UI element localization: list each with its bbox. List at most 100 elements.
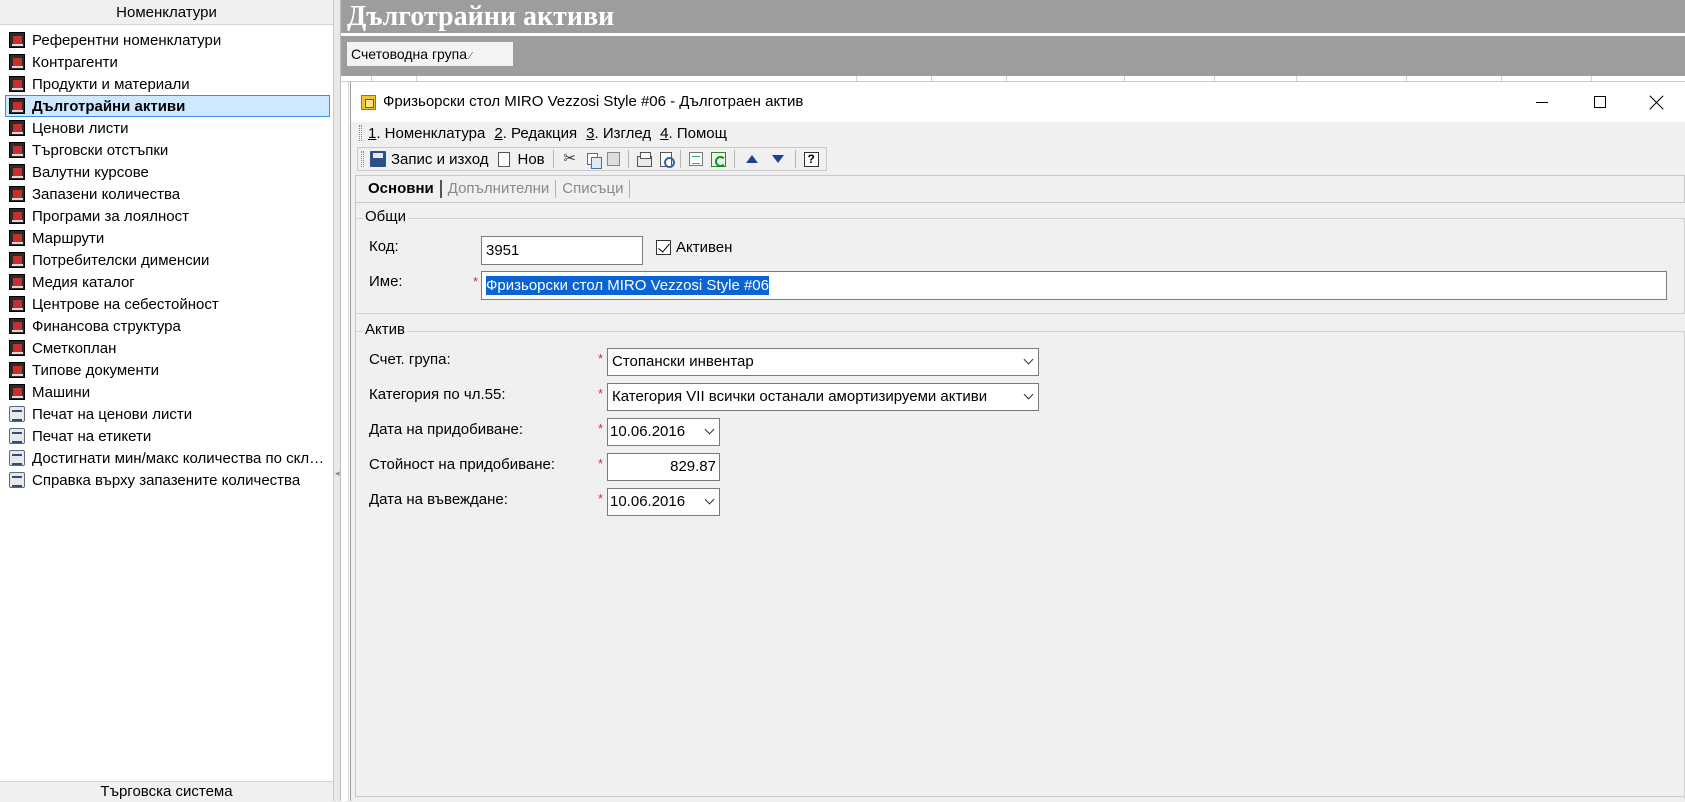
tab-additional[interactable]: Допълнителни bbox=[442, 180, 557, 198]
account-group-label: Счет. група: bbox=[369, 351, 451, 368]
save-and-exit-button[interactable]: Запис и изход bbox=[366, 148, 492, 170]
acquisition-date-picker[interactable]: 10.06.2016 bbox=[607, 418, 720, 446]
printer-icon bbox=[636, 151, 652, 167]
nav-item[interactable]: Финансова структура bbox=[5, 315, 330, 337]
nomenclature-icon bbox=[9, 142, 25, 158]
dialog-titlebar[interactable]: Фризьорски стол MIRO Vezzosi Style #06 -… bbox=[351, 82, 1685, 122]
toolbar-separator bbox=[552, 150, 554, 168]
navigation-pane: Номенклатури Референтни номенклатури Конт… bbox=[0, 0, 334, 801]
tab-lists[interactable]: Списъци bbox=[556, 180, 631, 198]
nav-item[interactable]: Справка върху запазените количества bbox=[5, 469, 330, 491]
asset-group-title: Актив bbox=[363, 321, 407, 338]
nav-item[interactable]: Търговски отстъпки bbox=[5, 139, 330, 161]
new-button[interactable]: Нов bbox=[492, 148, 548, 170]
nav-item[interactable]: Маршрути bbox=[5, 227, 330, 249]
toolbar-separator bbox=[627, 150, 629, 168]
splitter-arrow-icon: ◂ bbox=[335, 468, 340, 478]
nav-pane-header[interactable]: Номенклатури bbox=[0, 0, 333, 25]
report-icon bbox=[9, 472, 25, 488]
nav-item[interactable]: Контрагенти bbox=[5, 51, 330, 73]
refresh-button[interactable] bbox=[707, 148, 730, 170]
menu-nomenclature[interactable]: 1. Номенклатура bbox=[368, 125, 485, 142]
nomenclature-icon bbox=[9, 318, 25, 334]
report-icon bbox=[9, 428, 25, 444]
list-button[interactable] bbox=[685, 148, 707, 170]
nav-item[interactable]: Медия каталог bbox=[5, 271, 330, 293]
group-by-chip[interactable]: Счетоводна група ⁄ bbox=[347, 42, 513, 66]
copy-button[interactable] bbox=[582, 148, 603, 170]
nav-item[interactable]: Валутни курсове bbox=[5, 161, 330, 183]
nav-item-label: Дълготрайни активи bbox=[32, 97, 186, 115]
nomenclature-icon bbox=[9, 164, 25, 180]
nav-item-label: Машини bbox=[32, 383, 91, 401]
category-value: Категория VII всички останали амортизиру… bbox=[612, 388, 988, 405]
nav-item[interactable]: Центрове на себестойност bbox=[5, 293, 330, 315]
name-field[interactable]: Фризьорски стол MIRO Vezzosi Style #06 bbox=[481, 271, 1667, 300]
nav-item[interactable]: Печат на ценови листи bbox=[5, 403, 330, 425]
acquisition-value-field[interactable]: 829.87 bbox=[607, 453, 720, 481]
maximize-button[interactable] bbox=[1571, 82, 1629, 122]
help-button[interactable]: ? bbox=[800, 148, 823, 170]
account-group-select[interactable]: Стопански инвентар bbox=[607, 348, 1039, 376]
nav-item-label: Контрагенти bbox=[32, 53, 118, 71]
cut-button[interactable]: ✂ bbox=[558, 148, 582, 170]
menu-view[interactable]: 3. Изглед bbox=[586, 125, 651, 142]
nav-item[interactable]: Типове документи bbox=[5, 359, 330, 381]
group-by-label: Счетоводна група bbox=[351, 46, 468, 62]
minimize-button[interactable] bbox=[1513, 82, 1571, 122]
entry-date-required-marker: * bbox=[598, 491, 604, 506]
category-select[interactable]: Категория VII всички останали амортизиру… bbox=[607, 383, 1039, 411]
nav-item-label: Сметкоплан bbox=[32, 339, 117, 357]
nomenclature-icon bbox=[9, 54, 25, 70]
page-title: Дълготрайни активи bbox=[341, 0, 1685, 33]
toolbar: Запис и изход Нов ✂ ? bbox=[357, 146, 1685, 172]
previous-record-button[interactable] bbox=[739, 148, 765, 170]
toolbar-separator bbox=[733, 150, 735, 168]
nav-item[interactable]: Сметкоплан bbox=[5, 337, 330, 359]
nav-item[interactable]: Продукти и материали bbox=[5, 73, 330, 95]
nav-item-label: Запазени количества bbox=[32, 185, 181, 203]
toolbar-grip-handle[interactable] bbox=[361, 151, 364, 167]
nav-item-label: Търговски отстъпки bbox=[32, 141, 169, 159]
nav-item[interactable]: Потребителски дименсии bbox=[5, 249, 330, 271]
tab-strip: Основни Допълнителни Списъци bbox=[355, 175, 1685, 203]
nav-pane-footer[interactable]: Търговска система bbox=[0, 781, 333, 801]
paste-button[interactable] bbox=[603, 148, 624, 170]
nav-item[interactable]: Ценови листи bbox=[5, 117, 330, 139]
new-document-icon bbox=[498, 151, 511, 167]
menu-help[interactable]: 4. Помощ bbox=[660, 125, 727, 142]
entry-date-picker[interactable]: 10.06.2016 bbox=[607, 488, 720, 516]
print-button[interactable] bbox=[633, 148, 656, 170]
nomenclature-icon bbox=[9, 120, 25, 136]
code-field[interactable]: 3951 bbox=[481, 236, 643, 265]
nav-item[interactable]: Референтни номенклатури bbox=[5, 29, 330, 51]
nav-item[interactable]: Машини bbox=[5, 381, 330, 403]
menu-edit[interactable]: 2. Редакция bbox=[494, 125, 577, 142]
menu-grip-handle[interactable] bbox=[359, 125, 362, 141]
acquisition-date-label: Дата на придобиване: bbox=[369, 421, 524, 438]
nomenclature-icon bbox=[9, 252, 25, 268]
acquisition-value-required-marker: * bbox=[598, 456, 604, 471]
nav-item[interactable]: Дълготрайни активи bbox=[5, 95, 330, 117]
nav-item[interactable]: Печат на етикети bbox=[5, 425, 330, 447]
print-preview-button[interactable] bbox=[656, 148, 676, 170]
acquisition-date-value: 10.06.2016 bbox=[610, 423, 686, 440]
next-record-button[interactable] bbox=[765, 148, 791, 170]
nav-item[interactable]: Програми за лоялност bbox=[5, 205, 330, 227]
nav-item-label: Печат на етикети bbox=[32, 427, 152, 445]
nav-item[interactable]: Запазени количества bbox=[5, 183, 330, 205]
nomenclature-icon bbox=[9, 296, 25, 312]
refresh-icon bbox=[710, 151, 726, 167]
nomenclature-icon bbox=[9, 98, 25, 114]
nav-item[interactable]: Достигнати мин/макс количества по скла..… bbox=[5, 447, 330, 469]
app-window-icon bbox=[361, 95, 376, 110]
nav-item-label: Достигнати мин/макс количества по скла..… bbox=[32, 449, 329, 467]
copy-icon bbox=[586, 153, 602, 169]
close-button[interactable] bbox=[1628, 82, 1685, 122]
pane-splitter[interactable]: ◂ bbox=[334, 0, 341, 801]
nav-item-label: Медия каталог bbox=[32, 273, 135, 291]
acquisition-value-label: Стойност на придобиване: bbox=[369, 456, 556, 473]
active-checkbox[interactable] bbox=[656, 240, 671, 255]
nav-item-label: Центрове на себестойност bbox=[32, 295, 219, 313]
tab-main[interactable]: Основни bbox=[363, 180, 442, 198]
